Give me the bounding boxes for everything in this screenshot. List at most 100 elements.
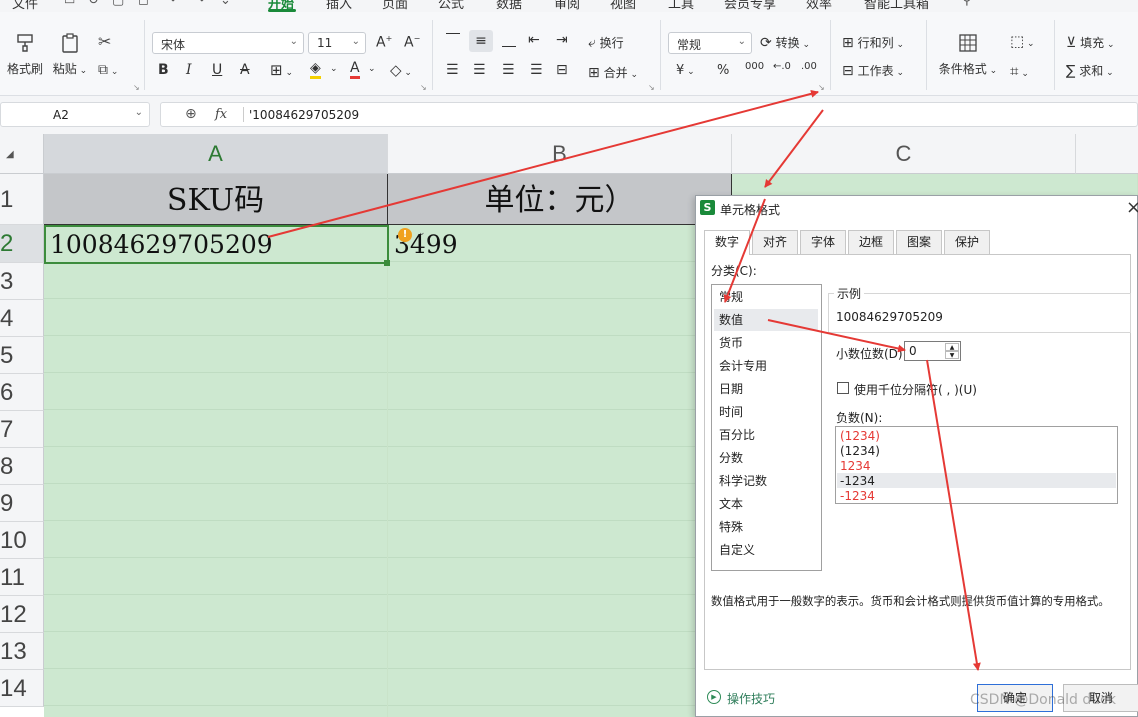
menu-view[interactable]: 视图: [610, 0, 636, 12]
category-item-special[interactable]: 特殊: [714, 516, 818, 538]
row-header-3[interactable]: 3: [0, 263, 44, 300]
strikethrough-button[interactable]: A: [240, 62, 250, 78]
formula-input[interactable]: ⊕ fx '10084629705209: [160, 102, 1138, 127]
distribute-icon[interactable]: ⊟: [556, 62, 568, 78]
conditional-format-button[interactable]: 条件格式 ⌄: [936, 32, 1000, 77]
rows-cols-button[interactable]: ⊞ 行和列 ⌄: [842, 34, 904, 51]
font-size-select[interactable]: 11 ⌄: [308, 32, 366, 54]
cell-style-icon[interactable]: ⬚ ⌄: [1010, 32, 1035, 50]
border-icon[interactable]: ⊞ ⌄: [270, 61, 293, 79]
row-header-9[interactable]: 9: [0, 485, 44, 522]
cell-a1[interactable]: SKU码: [44, 174, 388, 225]
name-box[interactable]: A2 ⌄: [0, 102, 150, 127]
row-header-13[interactable]: 13: [0, 633, 44, 670]
decimal-places-input[interactable]: 0 ▲ ▼: [904, 341, 961, 361]
dialog-titlebar[interactable]: S 单元格格式 ×: [696, 196, 1138, 222]
row-header-12[interactable]: 12: [0, 596, 44, 633]
align-top-icon[interactable]: ⎺: [446, 32, 460, 48]
align-middle-icon[interactable]: ≡: [469, 30, 493, 52]
tab-protection[interactable]: 保护: [944, 230, 990, 254]
cut-icon[interactable]: ✂: [98, 32, 111, 51]
negative-option[interactable]: 1234: [840, 459, 871, 474]
error-warning-icon[interactable]: !: [398, 228, 412, 242]
worksheet-button[interactable]: ⊟ 工作表 ⌄: [842, 62, 904, 79]
category-item-text[interactable]: 文本: [714, 493, 818, 515]
font-grow-icon[interactable]: A+: [376, 34, 392, 51]
thousands-button[interactable]: 000: [745, 61, 764, 72]
chevron-down-icon[interactable]: ⌄: [135, 107, 143, 118]
paste-button[interactable]: 粘贴 ⌄: [52, 32, 88, 77]
category-item-accounting[interactable]: 会计专用: [714, 355, 818, 377]
chevron-down-icon[interactable]: ⌄: [368, 64, 376, 74]
spin-down-icon[interactable]: ▼: [945, 351, 959, 359]
negative-option[interactable]: -1234: [840, 489, 875, 504]
number-expand-icon[interactable]: ↘: [818, 83, 825, 92]
tab-number[interactable]: 数字: [704, 230, 750, 255]
negative-numbers-list[interactable]: (1234) (1234) 1234 -1234 -1234: [835, 426, 1118, 504]
decrease-decimal-button[interactable]: .00: [801, 61, 817, 72]
column-header-c[interactable]: C: [732, 134, 1076, 174]
tab-alignment[interactable]: 对齐: [752, 230, 798, 254]
menu-efficiency[interactable]: 效率: [806, 0, 832, 12]
menu-insert[interactable]: 插入: [326, 0, 352, 12]
close-icon[interactable]: ×: [1126, 197, 1138, 218]
category-item-general[interactable]: 常规: [714, 286, 818, 308]
search-icon[interactable]: ⚲: [962, 0, 972, 8]
category-item-number[interactable]: 数值: [714, 309, 818, 331]
save-icon[interactable]: ▭: [64, 0, 75, 7]
print-icon[interactable]: ▢: [112, 0, 124, 8]
fx-icon[interactable]: fx: [215, 107, 227, 122]
category-list[interactable]: 常规 数值 货币 会计专用 日期 时间 百分比 分数 科学记数 文本 特殊 自定…: [711, 284, 822, 571]
cell-a2[interactable]: 10084629705209: [44, 225, 389, 264]
bold-button[interactable]: B: [158, 62, 169, 78]
align-right-icon[interactable]: ☰: [502, 62, 515, 78]
merge-button[interactable]: ⊞ 合并 ⌄: [588, 64, 638, 81]
row-header-8[interactable]: 8: [0, 448, 44, 485]
menu-smart-toolbox[interactable]: 智能工具箱: [864, 0, 929, 12]
category-item-date[interactable]: 日期: [714, 378, 818, 400]
chevron-down-icon[interactable]: ⌄: [418, 228, 426, 238]
row-header-14[interactable]: 14: [0, 670, 44, 707]
menu-formula[interactable]: 公式: [438, 0, 464, 12]
indent-decrease-icon[interactable]: ⇤: [528, 32, 540, 48]
format-cell-icon[interactable]: ⌗ ⌄: [1010, 62, 1029, 80]
copy-icon[interactable]: ⧉ ⌄: [98, 62, 118, 78]
tips-link[interactable]: 操作技巧: [727, 690, 775, 707]
row-header-11[interactable]: 11: [0, 559, 44, 596]
chevron-down-icon[interactable]: ⌄: [330, 64, 338, 74]
clear-format-icon[interactable]: ◇ ⌄: [390, 61, 412, 79]
row-header-4[interactable]: 4: [0, 300, 44, 337]
redo-arrow-icon[interactable]: ↷: [194, 0, 205, 8]
align-left-icon[interactable]: ☰: [446, 62, 459, 78]
number-format-select[interactable]: 常规 ⌄: [668, 32, 752, 54]
menu-member[interactable]: 会员专享: [724, 0, 776, 12]
align-center-icon[interactable]: ☰: [473, 62, 486, 78]
column-header-d[interactable]: [1076, 134, 1138, 174]
justify-icon[interactable]: ☰: [530, 62, 543, 78]
indent-increase-icon[interactable]: ⇥: [556, 32, 568, 48]
category-item-custom[interactable]: 自定义: [714, 539, 818, 561]
menu-page[interactable]: 页面: [382, 0, 408, 12]
zoom-icon[interactable]: ⊕: [185, 106, 197, 122]
negative-option[interactable]: (1234): [840, 444, 880, 459]
undo-icon[interactable]: ↶: [170, 0, 181, 8]
fill-color-icon[interactable]: ◈: [310, 61, 321, 79]
play-icon[interactable]: ▶: [707, 690, 721, 704]
tab-pattern[interactable]: 图案: [896, 230, 942, 254]
preview-icon[interactable]: ◻: [138, 0, 149, 8]
italic-button[interactable]: I: [186, 62, 192, 78]
font-shrink-icon[interactable]: A−: [404, 34, 420, 51]
category-item-scientific[interactable]: 科学记数: [714, 470, 818, 492]
negative-option-selected[interactable]: -1234: [840, 474, 875, 489]
tab-font[interactable]: 字体: [800, 230, 846, 254]
row-header-7[interactable]: 7: [0, 411, 44, 448]
category-item-percentage[interactable]: 百分比: [714, 424, 818, 446]
align-bottom-icon[interactable]: ⎽: [502, 32, 516, 48]
cell-b2[interactable]: 3499: [390, 227, 690, 263]
row-header-1[interactable]: 1: [0, 174, 44, 225]
cell-b1[interactable]: 单位：元）: [388, 174, 732, 225]
menu-file[interactable]: 文件: [12, 0, 38, 12]
column-header-b[interactable]: B: [388, 134, 732, 174]
font-expand-icon[interactable]: ↘: [420, 83, 427, 92]
sum-button[interactable]: ∑ 求和 ⌄: [1066, 62, 1114, 79]
